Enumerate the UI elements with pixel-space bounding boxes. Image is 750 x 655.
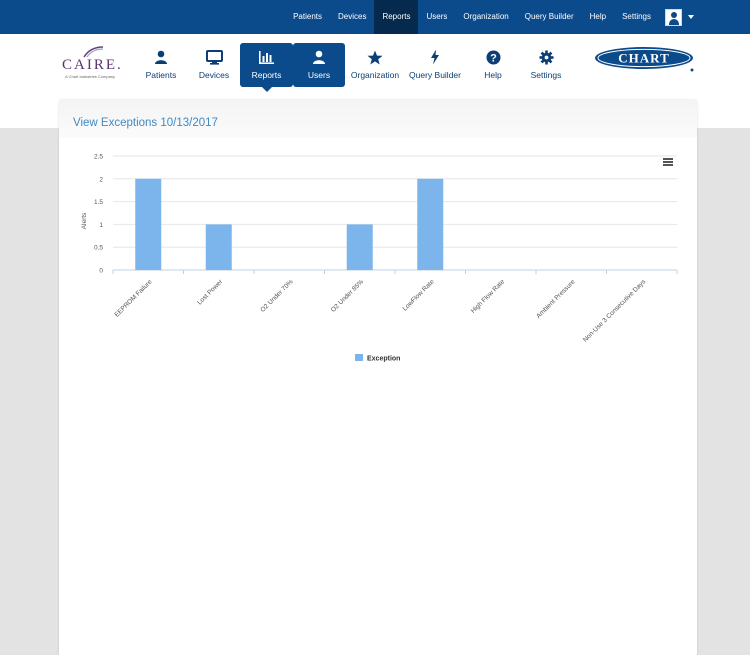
x-category-label: Lost Power (196, 278, 225, 307)
x-category-label: O2 Under 85% (330, 278, 366, 314)
x-category-label: High Flow Rate (470, 278, 507, 315)
y-axis-title: Alerts (81, 212, 88, 229)
y-tick-label: 1.5 (94, 199, 103, 206)
y-tick-label: 0.5 (94, 245, 103, 252)
legend-label: Exception (367, 355, 400, 362)
legend-swatch (355, 354, 363, 361)
person-icon (154, 46, 168, 68)
caret-down-icon[interactable] (688, 15, 694, 19)
nav-help[interactable]: ? Help (474, 43, 512, 87)
user-icon (312, 46, 326, 68)
x-category-label: O2 Under 70% (259, 278, 295, 314)
top-nav-patients[interactable]: Patients (285, 0, 330, 34)
chart-logo-text: CHART (618, 51, 670, 66)
bar (205, 224, 232, 270)
x-category-label: EEPROM Failure (113, 278, 153, 318)
question-icon: ? (486, 46, 501, 68)
svg-text:?: ? (490, 52, 497, 64)
avatar-icon[interactable] (665, 8, 682, 26)
y-tick-label: 1 (99, 222, 103, 229)
gear-icon (539, 46, 554, 68)
x-category-label: Ambient Pressure (535, 278, 577, 320)
top-nav-devices[interactable]: Devices (330, 0, 374, 34)
top-nav-settings[interactable]: Settings (614, 0, 659, 34)
nav-query-builder[interactable]: Query Builder (407, 43, 463, 87)
nav-organization[interactable]: Organization (349, 43, 401, 87)
report-panel: View Exceptions 10/13/2017 0 0.5 1 1.5 2 2.5 A… (59, 100, 697, 655)
nav-reports[interactable]: Reports (240, 43, 293, 92)
bolt-icon (430, 46, 440, 68)
nav-users[interactable]: Users (293, 43, 345, 87)
nav-settings[interactable]: Settings (524, 43, 568, 87)
top-nav-users[interactable]: Users (418, 0, 455, 34)
bar (417, 178, 444, 270)
y-tick-label: 2.5 (94, 154, 103, 161)
x-category-label: LowFlow Rate (402, 278, 436, 312)
chart-svg: 0 0.5 1 1.5 2 2.5 Alerts EEPROM Failure Lost Pow… (81, 154, 678, 362)
top-nav-help[interactable]: Help (582, 0, 614, 34)
bar-chart-icon (258, 46, 275, 68)
y-tick-label: 2 (99, 176, 103, 183)
exceptions-chart: 0 0.5 1 1.5 2 2.5 Alerts EEPROM Failure Lost Pow… (73, 138, 681, 378)
top-nav-reports[interactable]: Reports (374, 0, 419, 34)
user-menu[interactable] (665, 8, 694, 26)
bar (346, 224, 373, 270)
monitor-icon (205, 46, 223, 68)
chart-logo[interactable]: CHART (594, 46, 696, 76)
x-category-label: Non-Use 3 Consecutive Days (582, 278, 648, 344)
y-tick-label: 0 (99, 268, 103, 275)
nav-patients[interactable]: Patients (133, 43, 189, 87)
page-title: View Exceptions 10/13/2017 (73, 117, 218, 129)
chart-menu-icon[interactable] (663, 158, 673, 166)
top-nav: Patients Devices Reports Users Organizat… (285, 0, 750, 34)
nav-devices[interactable]: Devices (189, 43, 239, 87)
bar (135, 178, 162, 270)
star-icon (367, 46, 383, 68)
top-navigation-bar: Patients Devices Reports Users Organizat… (0, 0, 750, 34)
top-nav-organization[interactable]: Organization (455, 0, 516, 34)
top-nav-query-builder[interactable]: Query Builder (517, 0, 582, 34)
